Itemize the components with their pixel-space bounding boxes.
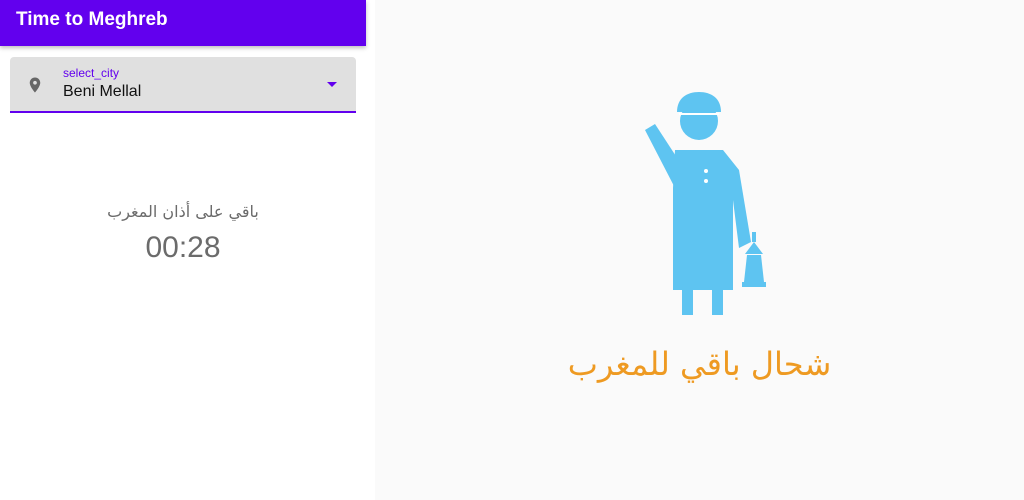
splash-screen: شحال باقي للمغرب (375, 0, 1024, 500)
app-title: Time to Meghreb (16, 9, 168, 30)
dropdown-arrow-icon[interactable] (327, 82, 337, 87)
countdown-label: باقي على أذان المغرب (107, 202, 259, 221)
main-screen: Time to Meghreb select_city Beni Mellal … (0, 0, 366, 500)
location-pin-icon (29, 77, 41, 93)
city-select-value: Beni Mellal (63, 83, 142, 100)
app-bar: Time to Meghreb (0, 0, 366, 46)
city-select-dropdown[interactable]: select_city Beni Mellal (10, 57, 356, 113)
splash-title: شحال باقي للمغرب (567, 345, 832, 383)
city-select-label: select_city (63, 66, 120, 80)
countdown-time: 00:28 (145, 231, 221, 264)
man-with-lantern-icon (645, 92, 766, 315)
